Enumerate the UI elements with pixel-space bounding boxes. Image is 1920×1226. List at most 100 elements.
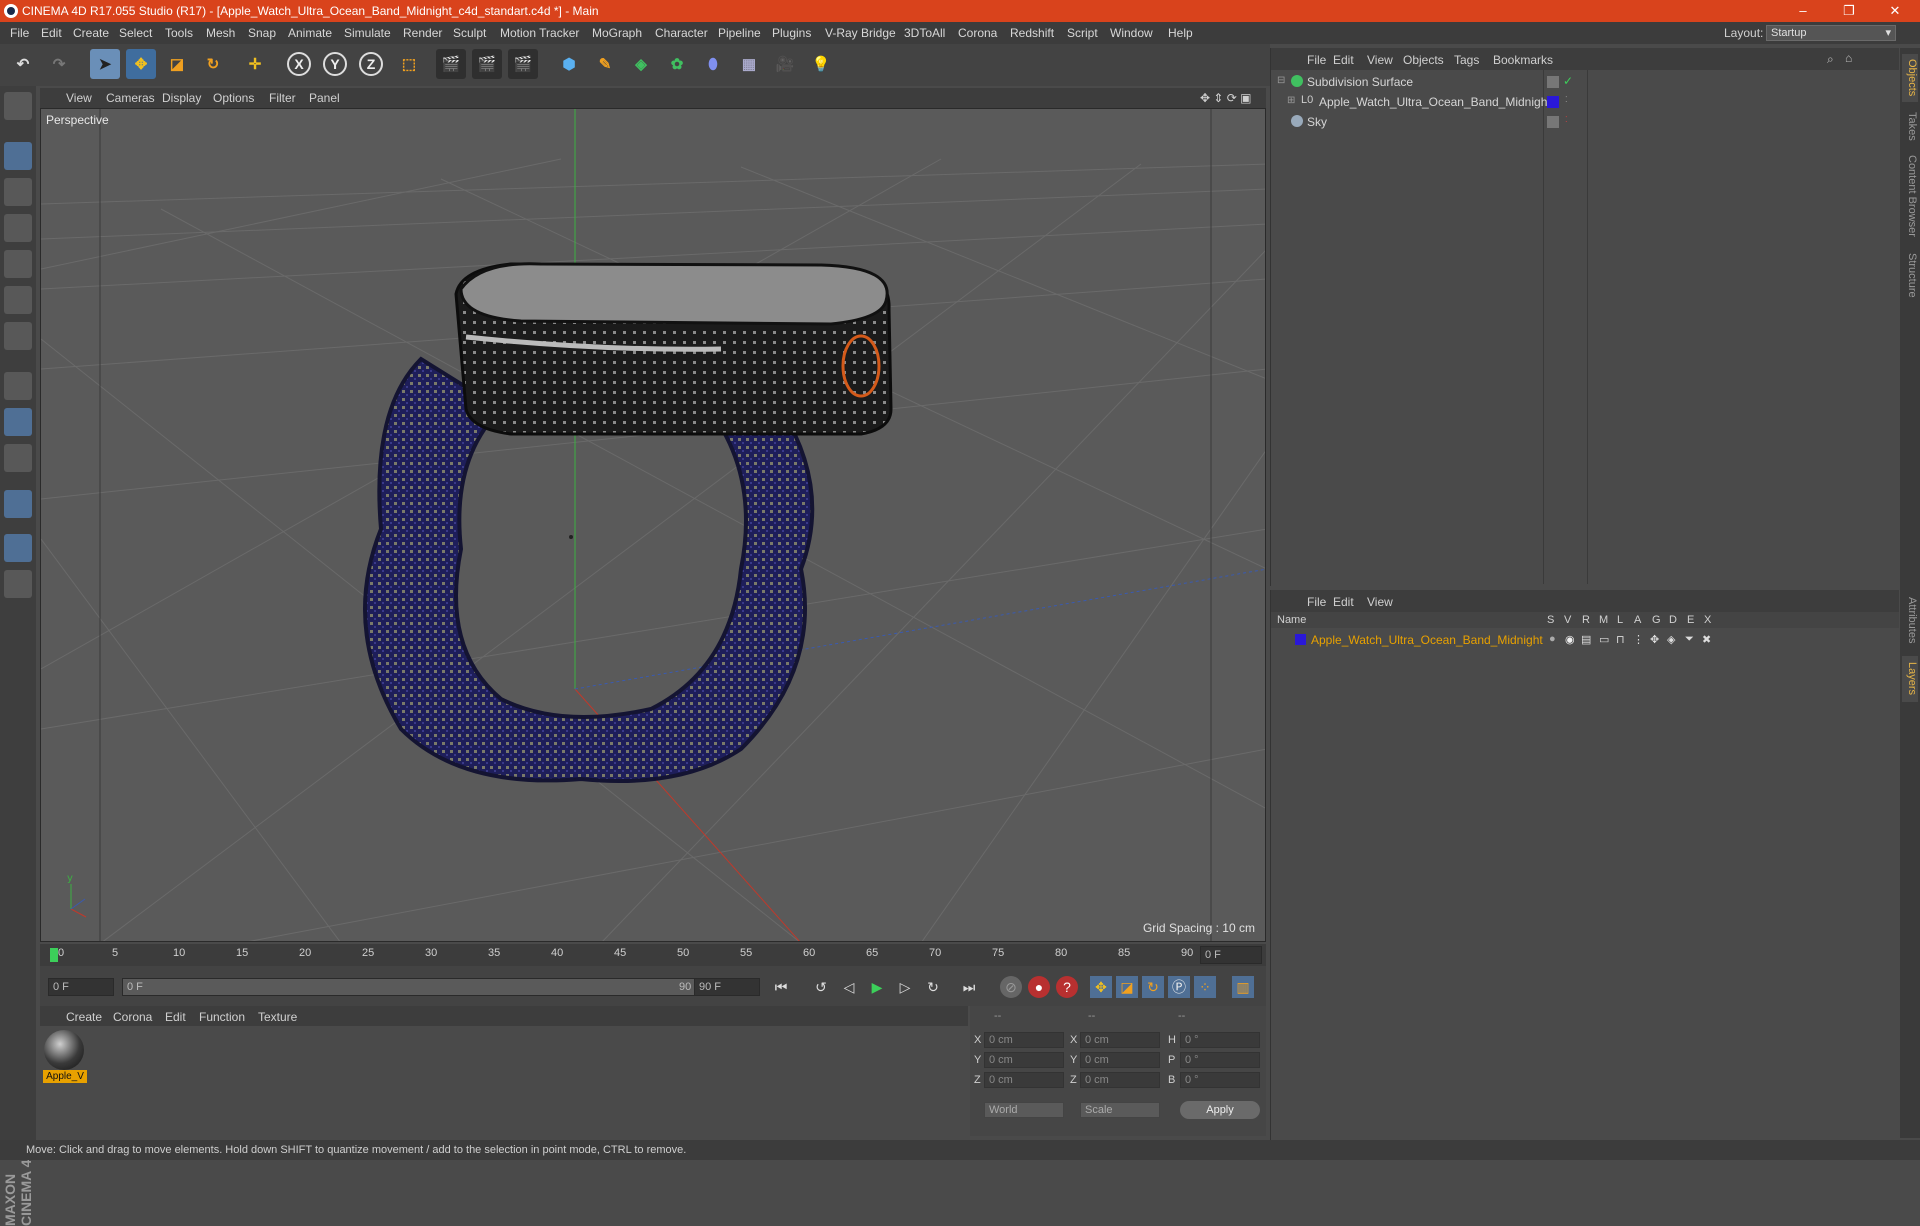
move-button[interactable]: ✥ (126, 49, 156, 79)
menu-vray-bridge[interactable]: V-Ray Bridge (825, 26, 896, 40)
menu-snap[interactable]: Snap (248, 26, 276, 40)
end-frame-field[interactable]: 90 F (694, 978, 760, 996)
previous-key-button[interactable]: ↺ (810, 976, 832, 998)
playhead-marker[interactable] (50, 948, 58, 962)
menu-edit[interactable]: Edit (41, 26, 62, 40)
texture-mode-button[interactable] (4, 178, 32, 206)
undo-button[interactable]: ↶ (8, 49, 38, 79)
deformer-button[interactable]: ⬮ (698, 49, 728, 79)
play-button[interactable]: ▶ (866, 976, 888, 998)
menu-redshift[interactable]: Redshift (1010, 26, 1054, 40)
go-to-end-button[interactable]: ⏭ (958, 976, 980, 998)
apply-button[interactable]: Apply (1180, 1101, 1260, 1119)
camera-object-button[interactable]: 🎥 (770, 49, 800, 79)
record-keys-disabled-button[interactable]: ⊘ (1000, 976, 1022, 998)
start-frame-field[interactable]: 0 F (48, 978, 114, 996)
layer-row[interactable]: Apple_Watch_Ultra_Ocean_Band_Midnight ● … (1271, 630, 1899, 650)
key-parameter-button[interactable]: Ⓟ (1168, 976, 1190, 998)
key-pla-button[interactable]: ⁘ (1194, 976, 1216, 998)
minimize-button[interactable]: – (1780, 0, 1826, 22)
layer-menu-view[interactable]: View (1367, 595, 1393, 609)
locked-workplane-button[interactable] (4, 534, 32, 562)
coordinate-system-button[interactable]: ⬚ (394, 49, 424, 79)
workplane-mode-button[interactable] (4, 214, 32, 242)
rotation-p-field[interactable]: 0 ° (1180, 1052, 1260, 1068)
menu-character[interactable]: Character (655, 26, 708, 40)
x-axis-button[interactable]: X (284, 49, 314, 79)
live-selection-button[interactable]: ➤ (90, 49, 120, 79)
make-editable-button[interactable] (4, 92, 32, 120)
viewport-menu-filter[interactable]: Filter (269, 91, 296, 105)
floor-object-button[interactable]: ▦ (734, 49, 764, 79)
position-y-field[interactable]: 0 cm (984, 1052, 1064, 1068)
viewport-menu-options[interactable]: Options (213, 91, 254, 105)
viewport-navigation-icons[interactable]: ✥ ⇕ ⟳ ▣ (1200, 91, 1252, 105)
menu-help[interactable]: Help (1168, 26, 1193, 40)
rotate-button[interactable]: ↻ (198, 49, 228, 79)
rotation-b-field[interactable]: 0 ° (1180, 1072, 1260, 1088)
home-icon[interactable]: ⌂ (1845, 51, 1852, 65)
material-menu-create[interactable]: Create (66, 1010, 102, 1024)
viewport-menu-display[interactable]: Display (162, 91, 201, 105)
render-clapper-icon[interactable]: ▤ (1581, 633, 1591, 646)
size-z-field[interactable]: 0 cm (1080, 1072, 1160, 1088)
cube-object-button[interactable]: ⬢ (554, 49, 584, 79)
generator-icon[interactable]: ✥ (1650, 633, 1659, 646)
menu-tools[interactable]: Tools (165, 26, 193, 40)
tab-layers[interactable]: Layers (1902, 656, 1918, 702)
menu-plugins[interactable]: Plugins (772, 26, 811, 40)
menu-window[interactable]: Window (1110, 26, 1153, 40)
animation-icon[interactable]: ⋮ (1633, 633, 1644, 646)
expression-icon[interactable]: ⏷ (1685, 633, 1694, 646)
size-y-field[interactable]: 0 cm (1080, 1052, 1160, 1068)
search-icon[interactable]: ⌕ (1827, 52, 1834, 67)
menu-pipeline[interactable]: Pipeline (718, 26, 761, 40)
eye-icon[interactable]: ◉ (1565, 633, 1575, 646)
viewport-menu-view[interactable]: View (66, 91, 92, 105)
current-frame-field[interactable]: 0 F (1200, 946, 1262, 964)
menu-mograph[interactable]: MoGraph (592, 26, 642, 40)
menu-corona[interactable]: Corona (958, 26, 997, 40)
next-key-button[interactable]: ↻ (922, 976, 944, 998)
solo-dot-icon[interactable]: ● (1549, 633, 1556, 645)
menu-motion-tracker[interactable]: Motion Tracker (500, 26, 579, 40)
timeline-ruler[interactable]: 0 5 10 15 20 25 30 35 40 45 50 55 60 65 … (40, 944, 1266, 966)
z-axis-button[interactable]: Z (356, 49, 386, 79)
menu-select[interactable]: Select (119, 26, 152, 40)
expand-icon[interactable]: ⊞ (1287, 95, 1295, 106)
cloner-button[interactable]: ✿ (662, 49, 692, 79)
tab-takes[interactable]: Takes (1902, 108, 1918, 144)
layer-menu-edit[interactable]: Edit (1333, 595, 1354, 609)
size-x-field[interactable]: 0 cm (1080, 1032, 1160, 1048)
position-x-field[interactable]: 0 cm (984, 1032, 1064, 1048)
checkmark-icon[interactable]: ✓ (1563, 74, 1573, 88)
object-menu-view[interactable]: View (1367, 53, 1393, 67)
model-mode-button[interactable] (4, 142, 32, 170)
object-menu-bookmarks[interactable]: Bookmarks (1493, 53, 1553, 67)
material-menu-texture[interactable]: Texture (258, 1010, 297, 1024)
tab-structure[interactable]: Structure (1902, 248, 1918, 302)
deformer-icon[interactable]: ◈ (1667, 633, 1675, 646)
object-row-apple-watch[interactable]: ⊞ L0 Apple_Watch_Ultra_Ocean_Band_Midnig… (1271, 92, 1899, 112)
menu-mesh[interactable]: Mesh (206, 26, 235, 40)
tab-content-browser[interactable]: Content Browser (1902, 148, 1918, 244)
light-object-button[interactable]: 💡 (806, 49, 836, 79)
layer-menu-file[interactable]: File (1307, 595, 1326, 609)
manager-icon[interactable]: ▭ (1599, 633, 1609, 646)
edges-mode-button[interactable] (4, 286, 32, 314)
lock-icon[interactable]: ⊓ (1616, 633, 1625, 646)
object-menu-edit[interactable]: Edit (1333, 53, 1354, 67)
coordinate-mode-dropdown[interactable]: World (984, 1102, 1064, 1118)
menu-sculpt[interactable]: Sculpt (453, 26, 486, 40)
size-mode-dropdown[interactable]: Scale (1080, 1102, 1160, 1118)
transform-button[interactable]: ✛ (240, 49, 270, 79)
close-button[interactable]: ✕ (1872, 0, 1918, 22)
polygons-mode-button[interactable] (4, 322, 32, 350)
render-settings-button[interactable]: 🎬 (508, 49, 538, 79)
layer-color-swatch[interactable] (1547, 96, 1559, 108)
record-button[interactable]: ● (1028, 976, 1050, 998)
material-menu-function[interactable]: Function (199, 1010, 245, 1024)
maximize-button[interactable]: ❐ (1826, 0, 1872, 22)
menu-render[interactable]: Render (403, 26, 442, 40)
viewport-menu-cameras[interactable]: Cameras (106, 91, 155, 105)
